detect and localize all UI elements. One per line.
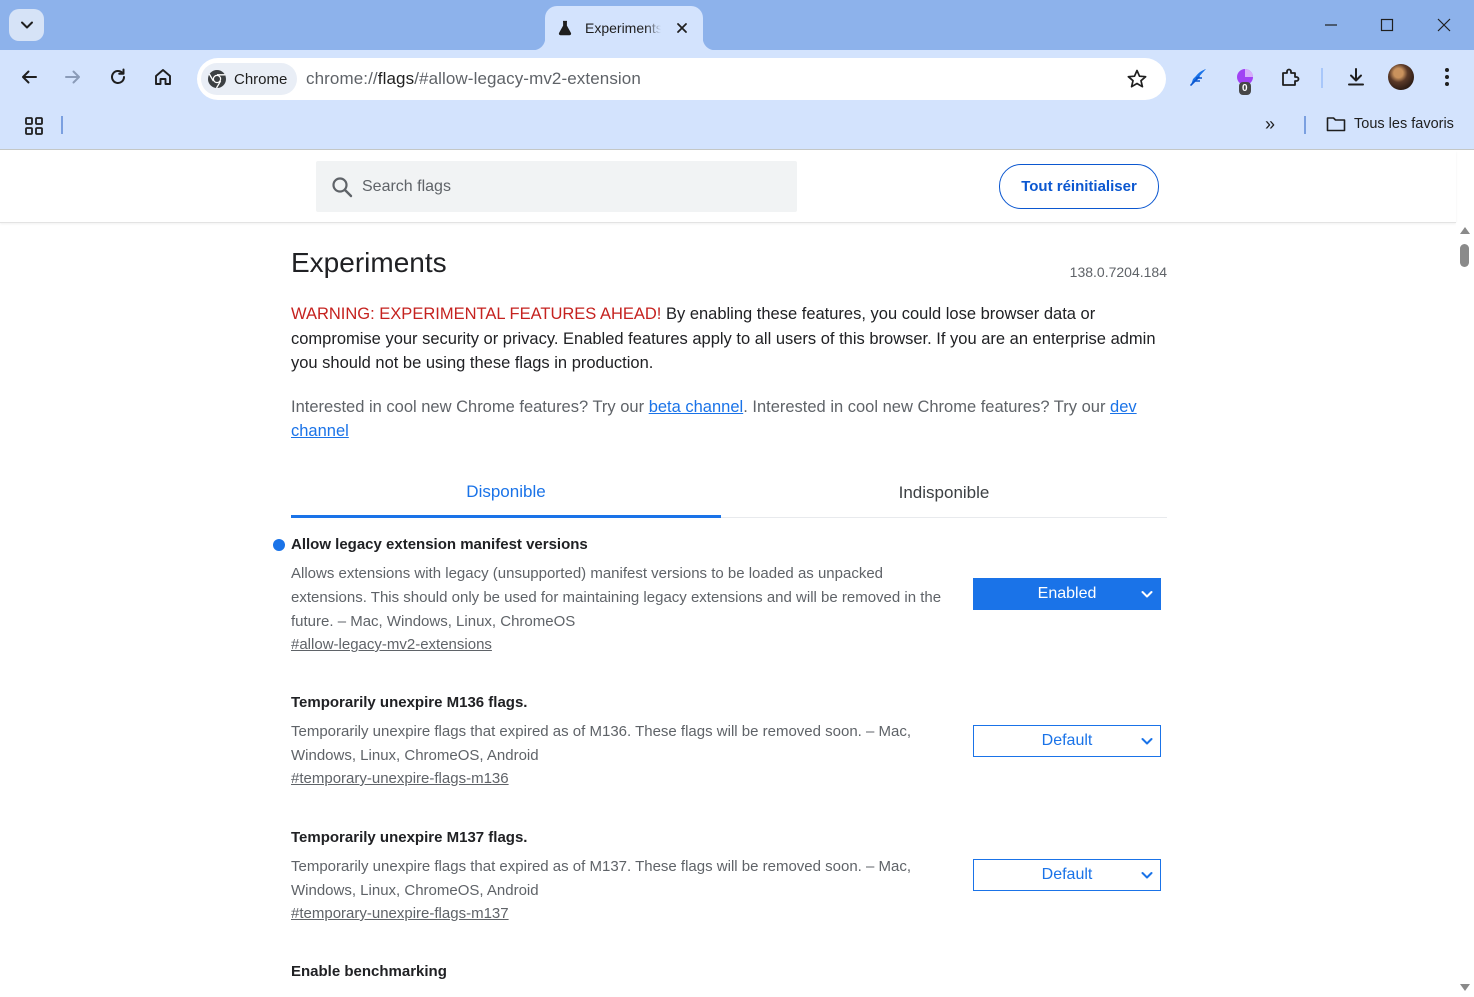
avatar — [1388, 64, 1414, 90]
bookmarks-divider — [1304, 116, 1306, 134]
experiment-select[interactable]: Enabled — [973, 578, 1161, 610]
chevron-down-icon — [20, 21, 33, 29]
page-scrollbar[interactable] — [1456, 223, 1474, 997]
scroll-thumb[interactable] — [1460, 244, 1469, 267]
reload-icon — [111, 68, 125, 84]
puzzle-icon — [1282, 68, 1300, 86]
extension-quill-button[interactable] — [1181, 60, 1215, 94]
url-scheme: chrome:// — [306, 69, 378, 88]
apps-grid-icon[interactable] — [24, 116, 44, 136]
extensions-menu-button[interactable] — [1273, 60, 1307, 94]
page-title: Experiments — [291, 247, 447, 278]
more-vert-icon — [1445, 68, 1449, 86]
url-text[interactable]: chrome://flags/#allow-legacy-mv2-extensi… — [306, 69, 641, 89]
promo-text: Interested in cool new Chrome features? … — [291, 398, 649, 416]
extension-counter-button[interactable]: 0 — [1228, 60, 1262, 95]
forward-button[interactable] — [56, 60, 90, 94]
arrow-left-icon — [22, 70, 37, 84]
home-icon — [155, 69, 171, 85]
chip-label: Chrome — [234, 70, 288, 88]
warning-prefix: WARNING: EXPERIMENTAL FEATURES AHEAD! — [291, 305, 662, 323]
select-value: Enabled — [1037, 585, 1097, 602]
quill-icon — [1190, 69, 1206, 86]
experiment-link[interactable]: #allow-legacy-mv2-extensions — [291, 636, 492, 653]
all-bookmarks-folder[interactable]: Tous les favoris — [1326, 115, 1454, 133]
tab-search-button[interactable] — [9, 9, 44, 41]
scroll-up-arrow[interactable] — [1460, 227, 1470, 234]
close-tab-icon[interactable] — [673, 19, 691, 37]
maximize-button[interactable] — [1365, 9, 1409, 41]
experiment-allow-legacy-mv2: Allow legacy extension manifest versions… — [273, 536, 1167, 654]
experiment-unexpire-m137: Temporarily unexpire M137 flags. Tempora… — [291, 829, 1167, 923]
warning-text: WARNING: EXPERIMENTAL FEATURES AHEAD! By… — [291, 302, 1167, 376]
tab-strip: Experiments — [0, 0, 1474, 50]
bookmarks-overflow-button[interactable]: » — [1265, 114, 1275, 135]
bookmark-star-icon[interactable] — [1126, 68, 1148, 90]
flags-header: Tout réinitialiser — [0, 151, 1456, 223]
menu-button[interactable] — [1430, 60, 1464, 94]
scroll-down-arrow[interactable] — [1460, 984, 1470, 991]
modified-indicator — [273, 539, 285, 551]
reset-all-button[interactable]: Tout réinitialiser — [999, 164, 1159, 209]
maximize-icon — [1380, 18, 1394, 32]
toolbar: Chrome chrome://flags/#allow-legacy-mv2-… — [0, 50, 1474, 108]
search-box[interactable] — [316, 161, 797, 212]
reload-button[interactable] — [101, 60, 135, 94]
version-label: 138.0.7204.184 — [1069, 264, 1167, 280]
search-input[interactable] — [362, 161, 782, 212]
downloads-button[interactable] — [1339, 60, 1373, 94]
experiment-title: Allow legacy extension manifest versions — [291, 536, 588, 553]
chevron-down-icon — [1141, 872, 1153, 879]
url-path: /#allow-legacy-mv2-extension — [414, 69, 641, 88]
tab-available[interactable]: Disponible — [291, 468, 721, 518]
experiment-description: Temporarily unexpire flags that expired … — [291, 723, 912, 764]
bookmarks-divider — [61, 116, 63, 134]
close-window-button[interactable] — [1422, 9, 1466, 41]
chrome-logo-icon — [208, 70, 226, 89]
select-value: Default — [1041, 866, 1093, 883]
experiment-select[interactable]: Default — [973, 725, 1161, 757]
experiment-title: Temporarily unexpire M137 flags. — [291, 829, 528, 846]
experiment-select[interactable]: Default — [973, 859, 1161, 891]
arrow-right-icon — [65, 70, 80, 84]
profile-button[interactable] — [1384, 60, 1418, 94]
channel-promo: Interested in cool new Chrome features? … — [291, 395, 1167, 443]
home-button[interactable] — [146, 60, 180, 94]
download-icon — [1348, 68, 1364, 86]
experiment-description: Temporarily unexpire flags that expired … — [291, 858, 912, 899]
experiment-unexpire-m136: Temporarily unexpire M136 flags. Tempora… — [291, 694, 1167, 788]
minimize-button[interactable] — [1309, 9, 1353, 41]
tab-experiments[interactable]: Experiments — [533, 6, 715, 50]
promo-text: . Interested in cool new Chrome features… — [743, 398, 1111, 416]
minimize-icon — [1325, 24, 1337, 26]
tab-unavailable[interactable]: Indisponible — [729, 468, 1159, 518]
experiment-title: Enable benchmarking — [291, 963, 447, 980]
site-info-chip[interactable]: Chrome — [201, 63, 298, 95]
folder-label: Tous les favoris — [1354, 116, 1454, 132]
back-button[interactable] — [12, 60, 46, 94]
extension-badge: 0 — [1239, 82, 1251, 95]
chevron-down-icon — [1141, 738, 1153, 745]
address-bar[interactable]: Chrome chrome://flags/#allow-legacy-mv2-… — [197, 58, 1166, 100]
flask-icon — [557, 20, 573, 36]
url-host: flags — [377, 69, 415, 88]
close-icon — [1437, 18, 1451, 32]
search-icon — [332, 177, 353, 198]
beta-channel-link[interactable]: beta channel — [649, 398, 744, 416]
experiment-enable-benchmarking: Enable benchmarking — [291, 963, 1167, 983]
flags-page: Tout réinitialiser Experiments 138.0.720… — [0, 151, 1474, 997]
experiment-link[interactable]: #temporary-unexpire-flags-m137 — [291, 905, 509, 922]
chevron-down-icon — [1141, 591, 1153, 598]
experiment-description: Allows extensions with legacy (unsupport… — [291, 565, 942, 630]
experiment-link[interactable]: #temporary-unexpire-flags-m136 — [291, 770, 509, 787]
select-value: Default — [1041, 732, 1093, 749]
availability-tabs: Disponible Indisponible — [291, 468, 1167, 518]
folder-icon — [1326, 117, 1346, 132]
tab-title: Experiments — [585, 20, 661, 36]
bookmarks-bar: » Tous les favoris — [0, 108, 1474, 150]
toolbar-divider — [1321, 68, 1323, 88]
experiment-title: Temporarily unexpire M136 flags. — [291, 694, 528, 711]
